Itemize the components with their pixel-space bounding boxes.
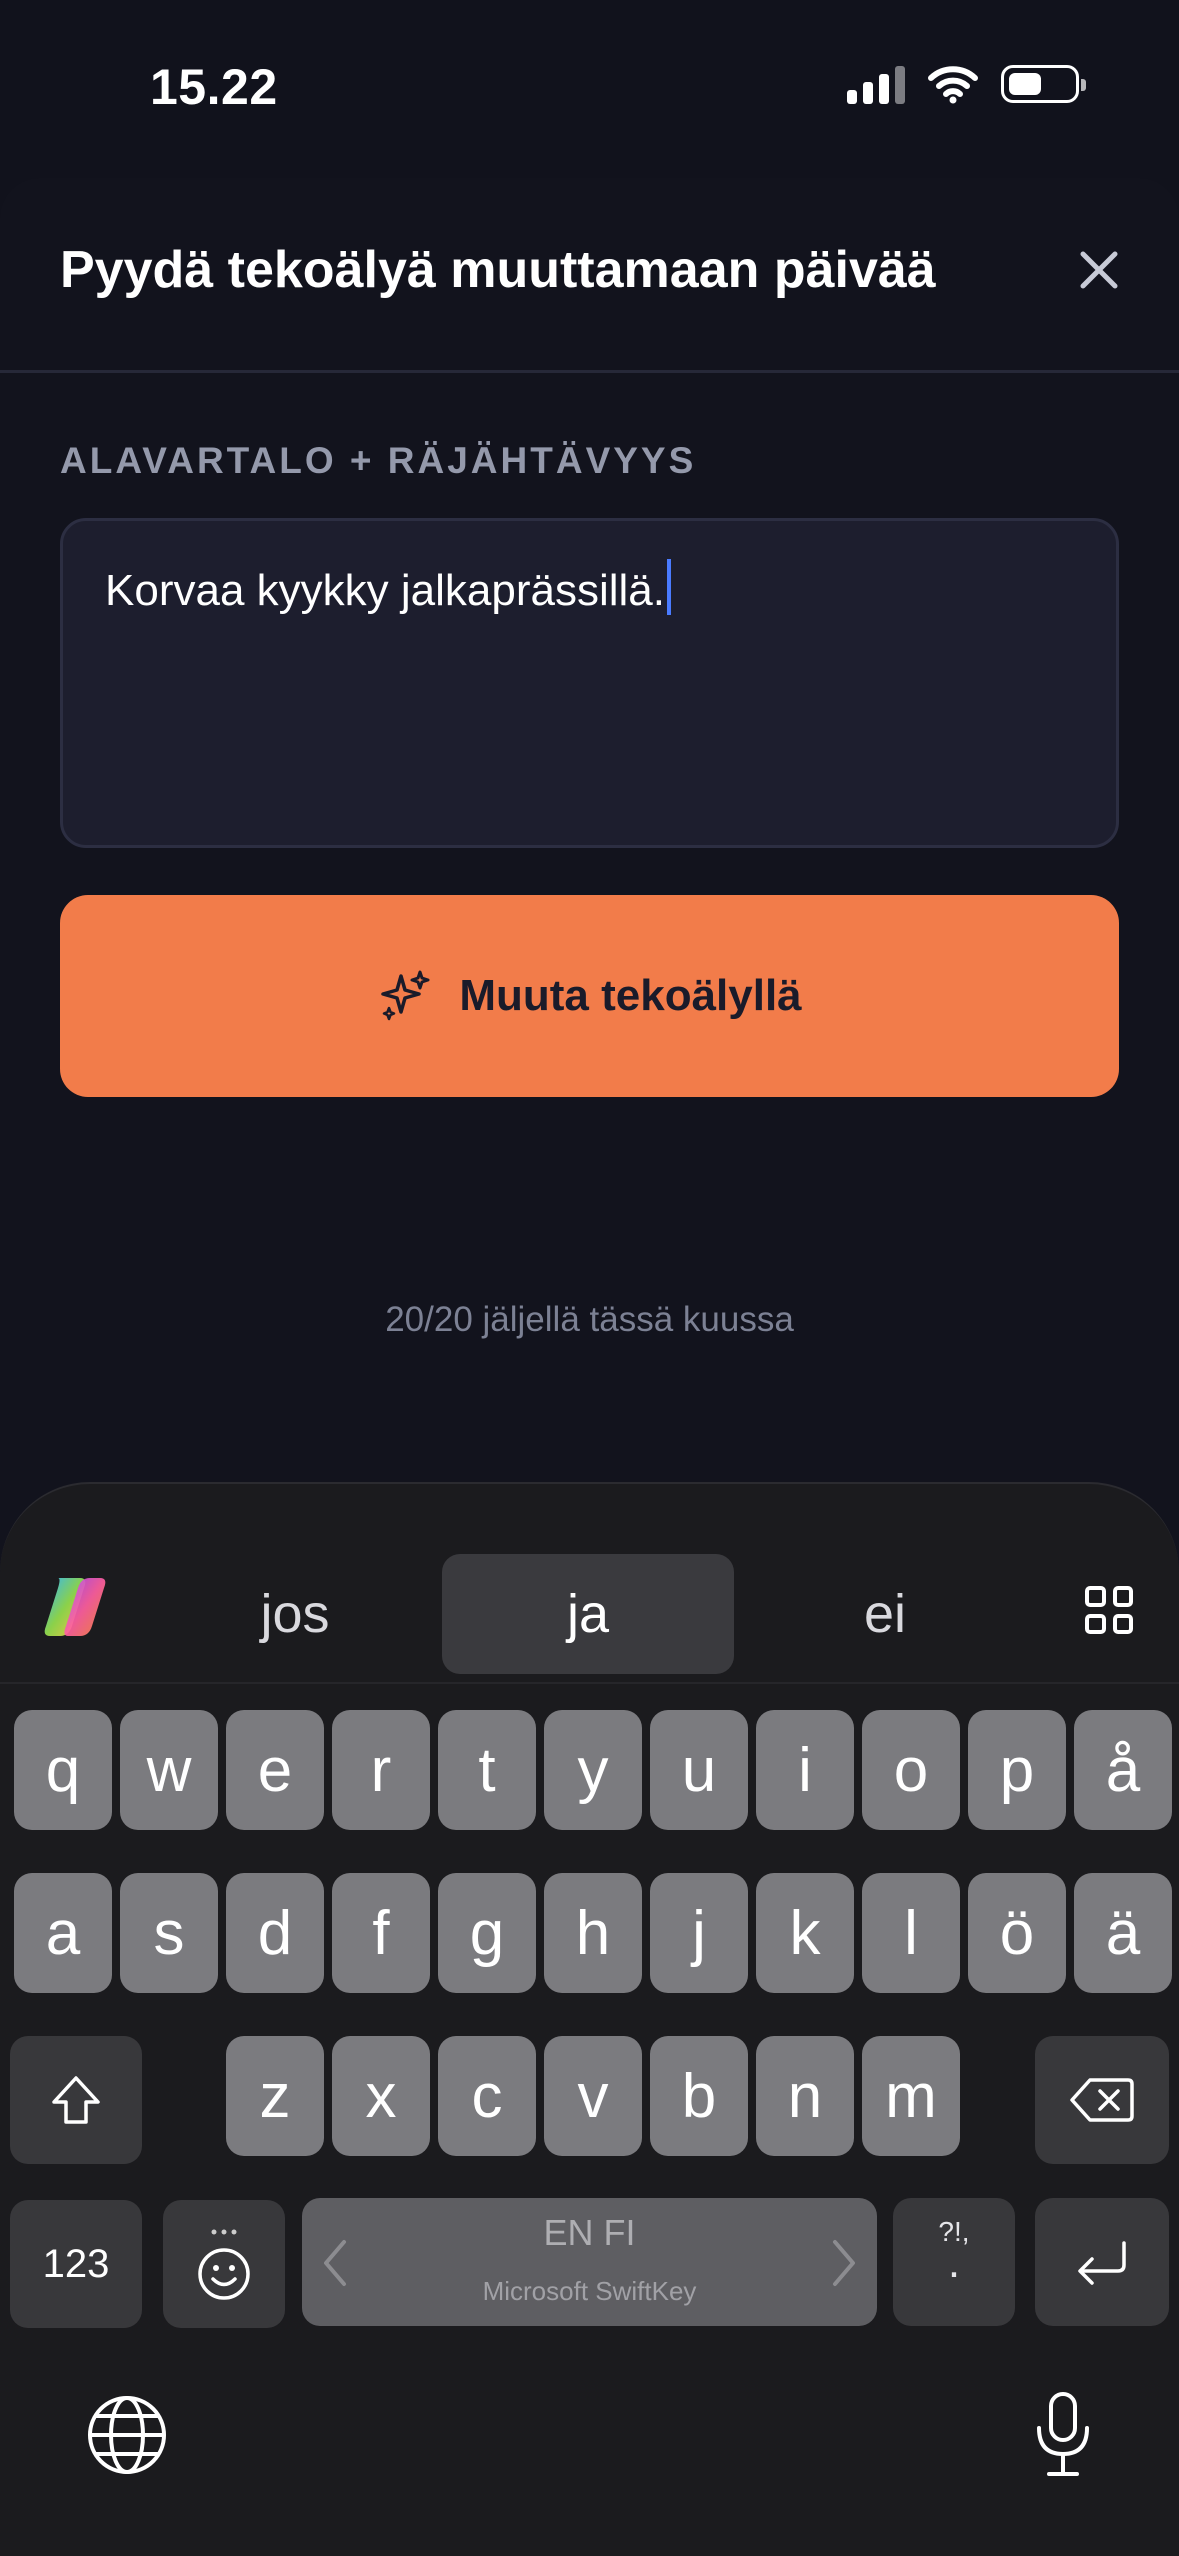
wifi-icon <box>928 66 978 104</box>
suggestion-1[interactable]: jos <box>200 1554 390 1674</box>
key-a-umlaut[interactable]: ä <box>1074 1873 1172 1993</box>
key-x[interactable]: x <box>332 2036 430 2156</box>
punctuation-bottom: . <box>947 2238 961 2287</box>
globe-icon[interactable] <box>86 2394 168 2476</box>
keyboard: jos ja ei q w e r t y u i o p å a s d f … <box>0 1482 1179 2556</box>
key-k[interactable]: k <box>756 1873 854 1993</box>
suggestion-3[interactable]: ei <box>790 1554 980 1674</box>
key-w[interactable]: w <box>120 1710 218 1830</box>
suggestion-2[interactable]: ja <box>442 1554 734 1674</box>
key-u[interactable]: u <box>650 1710 748 1830</box>
key-a-ring[interactable]: å <box>1074 1710 1172 1830</box>
sparkles-icon <box>381 970 430 1021</box>
key-p[interactable]: p <box>968 1710 1066 1830</box>
key-c[interactable]: c <box>438 2036 536 2156</box>
return-icon <box>1078 2241 1126 2285</box>
key-t[interactable]: t <box>438 1710 536 1830</box>
key-o-umlaut[interactable]: ö <box>968 1873 1066 1993</box>
numbers-key[interactable]: 123 <box>10 2200 142 2328</box>
shift-key[interactable] <box>10 2036 142 2164</box>
key-s[interactable]: s <box>120 1873 218 1993</box>
key-n[interactable]: n <box>756 2036 854 2156</box>
space-language: EN FI <box>543 2212 636 2253</box>
key-m[interactable]: m <box>862 2036 960 2156</box>
return-key[interactable] <box>1035 2198 1169 2326</box>
space-bar[interactable]: EN FI Microsoft SwiftKey <box>302 2198 877 2326</box>
grid-icon[interactable] <box>1085 1586 1133 1634</box>
key-f[interactable]: f <box>332 1873 430 1993</box>
ai-prompt-textarea[interactable]: Korvaa kyykky jalkaprässillä. <box>60 518 1119 848</box>
textarea-value: Korvaa kyykky jalkaprässillä. <box>105 566 665 615</box>
key-j[interactable]: j <box>650 1873 748 1993</box>
microphone-icon[interactable] <box>1033 2390 1093 2480</box>
copilot-icon[interactable] <box>40 1574 110 1640</box>
close-icon <box>1080 251 1118 289</box>
key-e[interactable]: e <box>226 1710 324 1830</box>
text-caret <box>666 559 671 615</box>
key-v[interactable]: v <box>544 2036 642 2156</box>
section-label: ALAVARTALO + RÄJÄHTÄVYYS <box>60 440 697 481</box>
sheet-title: Pyydä tekoälyä muuttamaan päivää <box>60 241 936 299</box>
key-a[interactable]: a <box>14 1873 112 1993</box>
key-r[interactable]: r <box>332 1710 430 1830</box>
cursor-right-icon <box>833 2240 855 2286</box>
key-b[interactable]: b <box>650 2036 748 2156</box>
key-g[interactable]: g <box>438 1873 536 1993</box>
key-l[interactable]: l <box>862 1873 960 1993</box>
suggestion-bar: jos ja ei <box>0 1484 1179 1684</box>
quota-text: 20/20 jäljellä tässä kuussa <box>385 1300 794 1339</box>
emoji-key[interactable] <box>163 2200 285 2328</box>
ai-modify-button[interactable]: Muuta tekoälyllä <box>60 895 1119 1097</box>
key-y[interactable]: y <box>544 1710 642 1830</box>
key-i[interactable]: i <box>756 1710 854 1830</box>
key-q[interactable]: q <box>14 1710 112 1830</box>
backspace-icon <box>1070 2078 1134 2122</box>
shift-icon <box>52 2076 100 2124</box>
key-o[interactable]: o <box>862 1710 960 1830</box>
ai-modify-button-label: Muuta tekoälyllä <box>459 971 802 1020</box>
status-time: 15.22 <box>150 59 278 115</box>
key-d[interactable]: d <box>226 1873 324 1993</box>
cellular-signal-icon <box>847 64 905 104</box>
close-button[interactable] <box>1069 240 1129 300</box>
emoji-icon <box>198 2229 250 2300</box>
key-h[interactable]: h <box>544 1873 642 1993</box>
battery-icon <box>1001 65 1086 103</box>
backspace-key[interactable] <box>1035 2036 1169 2164</box>
space-brand: Microsoft SwiftKey <box>482 2276 697 2306</box>
status-icons <box>847 64 1086 104</box>
key-z[interactable]: z <box>226 2036 324 2156</box>
punctuation-key[interactable]: ?!, . <box>893 2198 1015 2326</box>
sheet-header: Pyydä tekoälyä muuttamaan päivää <box>0 178 1179 373</box>
